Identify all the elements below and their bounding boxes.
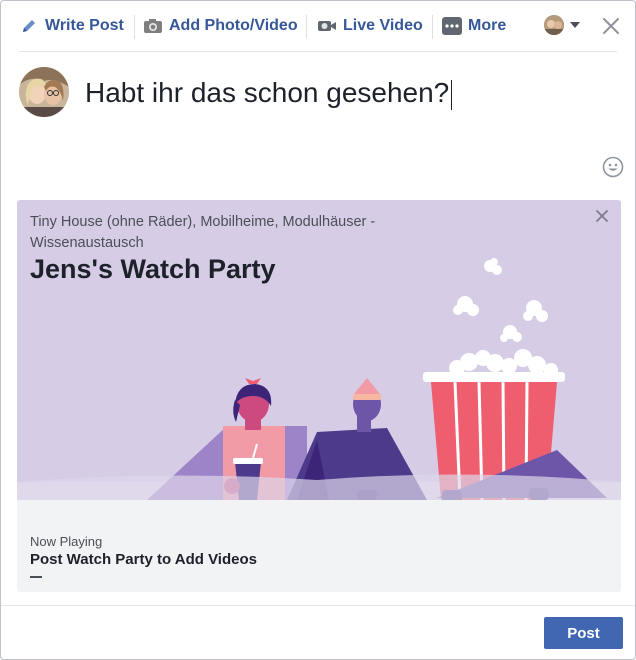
video-camera-icon [317,16,337,36]
composer-toolbar: Write Post Add Photo/Video Live Video Mo… [1,1,635,51]
divider [30,576,42,578]
now-playing-title: Post Watch Party to Add Videos [30,551,257,568]
now-playing-section: Now Playing Post Watch Party to Add Vide… [17,500,621,592]
toolbar-divider-line [19,51,617,52]
add-photo-video-tab[interactable]: Add Photo/Video [143,13,298,39]
chevron-down-icon[interactable] [570,22,580,28]
close-icon[interactable] [600,15,622,37]
post-button[interactable]: Post [544,617,623,649]
posting-as-avatar[interactable] [544,15,564,35]
camera-icon [143,16,163,36]
more-label: More [468,17,507,34]
post-text: Habt ihr das schon gesehen? [85,77,450,108]
pencil-icon [19,16,39,36]
user-avatar [19,67,69,117]
text-cursor [451,79,453,110]
toolbar-divider [306,15,307,39]
live-video-tab[interactable]: Live Video [317,13,423,39]
watch-party-title: Jens's Watch Party [30,254,276,284]
more-dots-icon [442,16,462,36]
write-post-label: Write Post [45,17,124,34]
post-text-input[interactable]: Habt ihr das schon gesehen? [85,77,453,110]
footer-divider [1,605,635,606]
emoji-icon[interactable] [602,156,624,178]
add-photo-video-label: Add Photo/Video [169,17,298,34]
now-playing-label: Now Playing [30,534,103,549]
live-video-label: Live Video [343,17,423,34]
toolbar-divider [134,15,135,39]
more-tab[interactable]: More [442,13,506,39]
watch-party-hero: Tiny House (ohne Räder), Mobilheime, Mod… [17,200,621,500]
watch-party-card: Tiny House (ohne Räder), Mobilheime, Mod… [17,200,621,592]
write-post-tab[interactable]: Write Post [19,13,124,39]
group-name: Tiny House (ohne Räder), Mobilheime, Mod… [30,214,376,251]
composer-dialog: Write Post Add Photo/Video Live Video Mo… [0,0,636,660]
close-icon[interactable] [594,208,610,224]
toolbar-divider [432,15,433,39]
